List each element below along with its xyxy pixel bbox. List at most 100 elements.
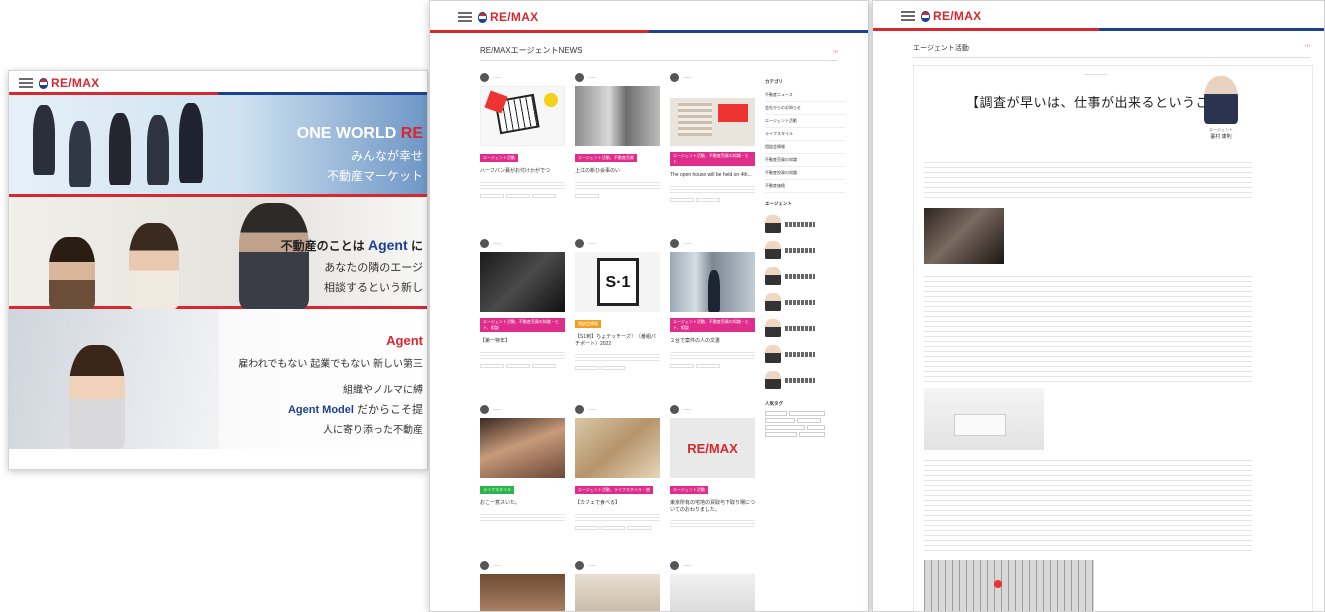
breadcrumb: エージェント活動 ›››	[913, 43, 1310, 58]
breadcrumb-category[interactable]: エージェント活動	[913, 43, 969, 53]
news-card[interactable]: ───	[670, 559, 755, 611]
category-tag[interactable]: エージェント活動、不動産売買の知識・ヒト	[670, 152, 755, 166]
news-card[interactable]: ─── エージェント活動、不動産売買 上江の新ひ会事のい	[575, 71, 660, 198]
card-excerpt	[670, 183, 755, 194]
card-title[interactable]: 上江の新ひ会事のい	[575, 168, 660, 175]
tag-chip[interactable]	[765, 432, 797, 437]
more-link[interactable]: ›››	[1305, 43, 1310, 53]
news-card[interactable]: ─── エージェント活動、ライフスタイル・旅 【カフェで食べる】	[575, 403, 660, 530]
sidebar-category[interactable]: 不動産ニュース	[765, 89, 845, 102]
menu-icon[interactable]	[458, 12, 472, 22]
tag-chip[interactable]	[799, 432, 825, 437]
more-link[interactable]: ›››	[833, 49, 838, 55]
category-tag[interactable]: エージェント活動	[480, 154, 518, 162]
avatar	[480, 238, 489, 248]
category-tag[interactable]: ライフスタイル	[480, 486, 514, 494]
hero3-headline: Agent	[386, 333, 423, 348]
tag-chip[interactable]	[797, 418, 821, 423]
avatar	[480, 72, 489, 82]
sidebar-category[interactable]: 会社からのお知らせ	[765, 102, 845, 115]
remax-logo[interactable]: RE/MAX	[921, 9, 981, 23]
card-excerpt	[575, 511, 660, 522]
agent-item[interactable]	[765, 289, 845, 315]
card-author: ───	[480, 71, 565, 83]
tag-chip[interactable]	[807, 425, 825, 430]
card-author: ───	[670, 71, 755, 83]
sidebar-category[interactable]: 不動産投資の知識	[765, 167, 845, 180]
tag-chip[interactable]	[765, 418, 795, 423]
remax-logo[interactable]: RE/MAX	[39, 76, 99, 90]
card-title[interactable]: The open house will be held on 4th...	[670, 172, 755, 179]
hero2-subline: 相談するという新し	[324, 282, 423, 294]
card-tags	[575, 366, 660, 370]
sidebar-category[interactable]: 不動産価格	[765, 180, 845, 193]
browser-window-article: RE/MAX エージェント活動 ››› ──────── 【調査が早いは、仕事が…	[872, 0, 1325, 612]
business-person	[109, 113, 131, 185]
menu-icon[interactable]	[901, 11, 915, 21]
news-card[interactable]: ─── S·1 相談会情報 【S1到】ちょテッチーズ！（番組パチポート）2022	[575, 237, 660, 370]
news-card[interactable]: ─── ライフスタイル おこ一意スいた。	[480, 403, 565, 522]
card-title[interactable]: ２台で案件の人の文書	[670, 338, 755, 345]
sidebar-category[interactable]: ライフスタイル	[765, 128, 845, 141]
news-card[interactable]: ───	[575, 559, 660, 611]
agent-item[interactable]	[765, 341, 845, 367]
card-title[interactable]: ハーフパン募がお付けかがでつ	[480, 168, 565, 175]
laptop-image	[954, 414, 1006, 436]
news-card[interactable]: ─── エージェント活動、不動産売買の知識・ヒト、相談 ２台で案件の人の文書	[670, 237, 755, 368]
card-tags	[575, 193, 660, 198]
card-tags	[480, 193, 565, 198]
card-thumbnail: S·1	[575, 252, 660, 312]
business-person	[33, 105, 55, 175]
category-tag[interactable]: エージェント活動、不動産売買	[575, 154, 637, 162]
news-card[interactable]: ─── エージェント活動 ハーフパン募がお付けかがでつ	[480, 71, 565, 198]
card-title[interactable]: 【S1到】ちょテッチーズ！（番組パチポート）2022	[575, 334, 660, 347]
news-card[interactable]: ─── エージェント活動、不動産売買の知識・ヒト、相談 【第一特年】	[480, 237, 565, 368]
article-paragraph	[924, 272, 1252, 382]
card-tags	[575, 525, 660, 530]
agent-item[interactable]	[765, 315, 845, 341]
category-tag[interactable]: エージェント活動、不動産売買の知識・ヒト、相談	[670, 318, 755, 332]
man-photo	[708, 270, 720, 312]
agent-item[interactable]	[765, 237, 845, 263]
card-author: ───	[670, 559, 755, 571]
tag-chip[interactable]	[789, 411, 825, 416]
tag-chip[interactable]	[765, 411, 787, 416]
sidebar-category[interactable]: 不動産売買の知識	[765, 154, 845, 167]
agent-item[interactable]	[765, 367, 845, 393]
card-author: ───	[575, 237, 660, 249]
news-card[interactable]: ─── RE/MAX エージェント活動 東京所有の宅地の買取与下取り場についての…	[670, 403, 755, 528]
card-author: ───	[575, 403, 660, 415]
news-card[interactable]: ───	[480, 559, 565, 611]
sidebar-category[interactable]: 相談会情報	[765, 141, 845, 154]
card-excerpt	[575, 352, 660, 362]
tag-chip[interactable]	[765, 425, 805, 430]
card-title[interactable]: 【カフェで食べる】	[575, 500, 660, 507]
card-thumbnail	[480, 86, 565, 146]
card-title[interactable]: 【第一特年】	[480, 338, 565, 345]
menu-icon[interactable]	[19, 78, 33, 88]
card-thumbnail	[480, 574, 565, 611]
category-tag[interactable]: エージェント活動	[670, 486, 708, 494]
category-tag[interactable]: 相談会情報	[575, 320, 601, 328]
news-card[interactable]: ─── エージェント活動、不動産売買の知識・ヒト The open house …	[670, 71, 755, 202]
card-author: ───	[480, 237, 565, 249]
category-tag[interactable]: エージェント活動、不動産売買の知識・ヒト、相談	[480, 318, 565, 332]
card-title[interactable]: 東京所有の宅地の買取与下取り場についてのおわりました。	[670, 500, 755, 513]
sidebar-category[interactable]: エージェント活動	[765, 115, 845, 128]
remax-logo[interactable]: RE/MAX	[478, 10, 538, 24]
header-stripe	[430, 30, 868, 33]
card-author: ───	[670, 237, 755, 249]
card-excerpt	[480, 511, 565, 522]
article-photo	[924, 388, 1044, 450]
hero3-agent-model: Agent Model だからこそ提	[287, 404, 423, 416]
agent-item[interactable]	[765, 263, 845, 289]
category-tag[interactable]: エージェント活動、ライフスタイル・旅	[575, 486, 653, 494]
cartoon-star	[544, 93, 558, 107]
agent-photo	[765, 241, 781, 259]
browser-window-news: RE/MAX RE/MAXエージェントNEWS ››› ─── エージェント活動…	[429, 0, 869, 612]
author-profile[interactable]: エージェント 臺村 康則	[1196, 76, 1246, 140]
agent-item[interactable]	[765, 211, 845, 237]
card-title[interactable]: おこ一意スいた。	[480, 500, 565, 507]
floor-plan	[678, 102, 712, 136]
site-header: RE/MAX	[873, 1, 1324, 31]
